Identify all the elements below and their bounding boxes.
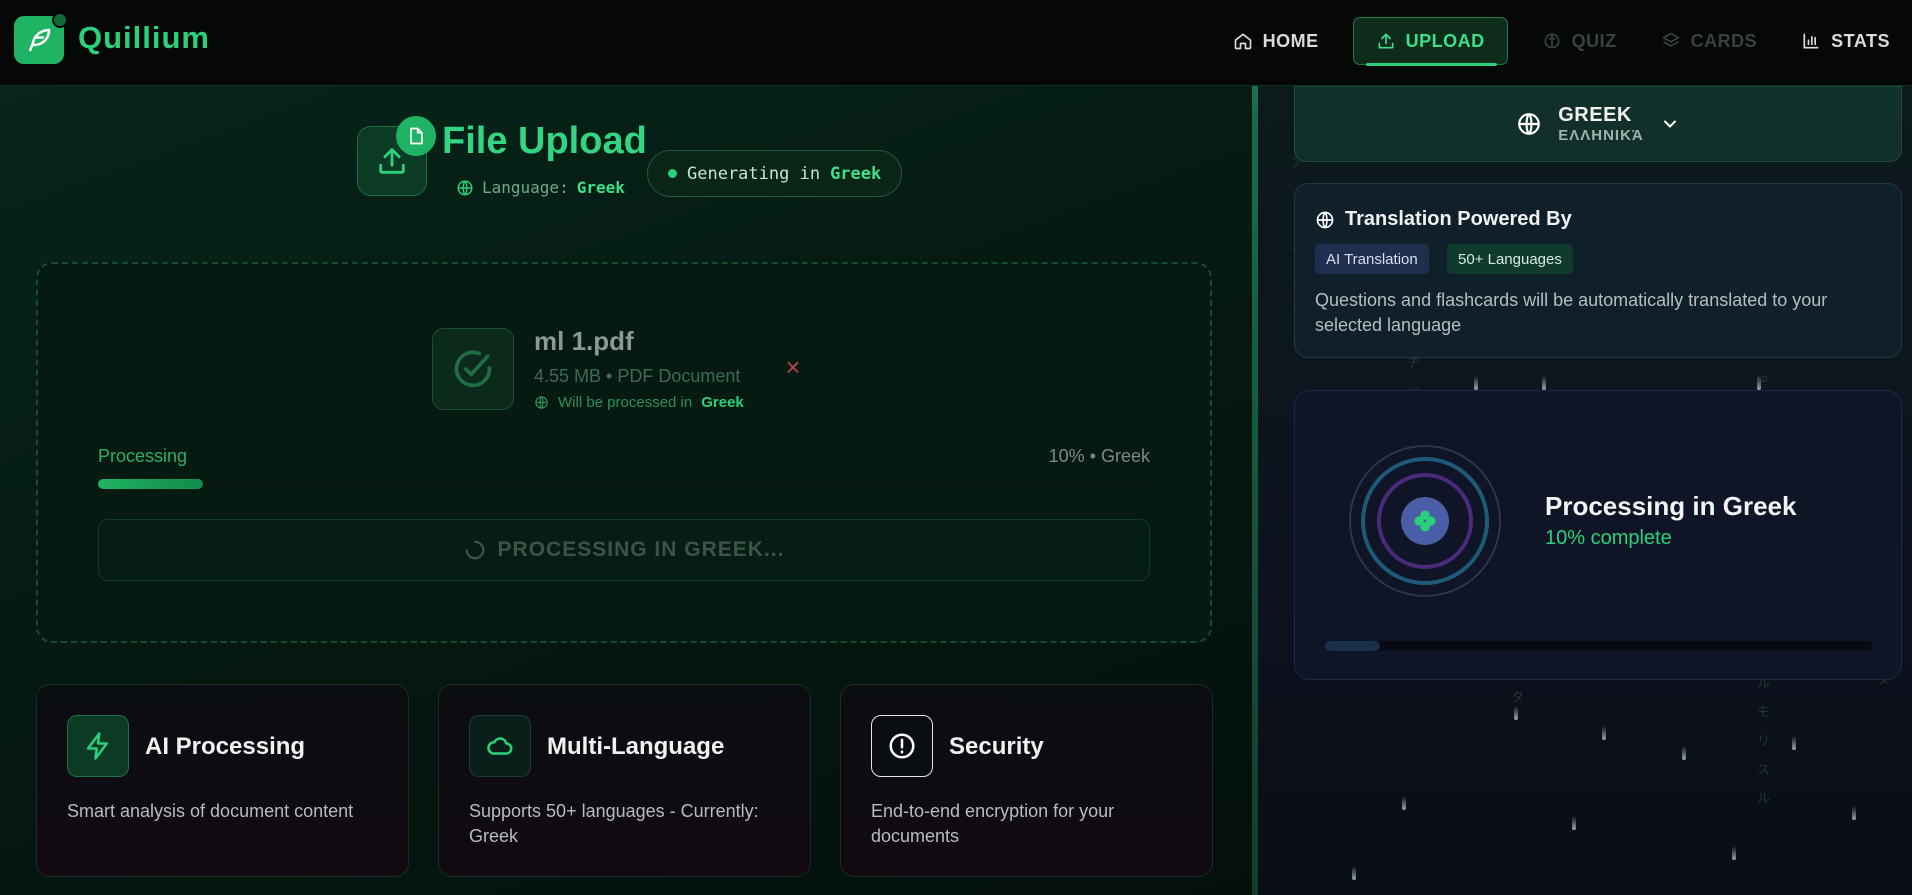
- rain-drop: [1514, 706, 1518, 720]
- tag-languages: 50+ Languages: [1447, 244, 1573, 274]
- status-progress-bar: [1325, 641, 1873, 651]
- clover-icon: [1414, 510, 1436, 532]
- document-badge: [396, 116, 436, 156]
- tag-ai-translation: AI Translation: [1315, 244, 1429, 274]
- progress-label: Processing: [98, 446, 188, 466]
- feature-icon-box: [67, 715, 129, 777]
- feature-title: Multi-Language: [547, 733, 725, 760]
- generating-pill: Generating in Greek: [647, 150, 903, 197]
- rain-drop: [1572, 816, 1576, 830]
- globe-icon: [1316, 211, 1334, 228]
- language-value: Greek: [576, 178, 625, 197]
- nav-quiz[interactable]: QUIZ: [1520, 17, 1639, 65]
- language-selector[interactable]: GREEK ΕΛΛΗΝΙΚΆ: [1294, 86, 1902, 162]
- file-process-language: Will be processed in Greek: [534, 394, 744, 411]
- feature-title: Security: [949, 733, 1044, 760]
- language-native-name: ΕΛΛΗΝΙΚΆ: [1558, 127, 1644, 144]
- nav-cards[interactable]: CARDS: [1639, 17, 1780, 65]
- file-name: ml 1.pdf: [534, 326, 634, 356]
- rain-drop: [1602, 726, 1606, 740]
- generating-prefix: Generating in: [687, 163, 821, 184]
- spinner-icon: [465, 540, 484, 560]
- file-process-prefix: Will be processed in: [558, 394, 693, 411]
- cloud-icon: [487, 737, 513, 755]
- processing-button[interactable]: PROCESSING IN GREEK...: [98, 519, 1150, 581]
- nav-quiz-label: QUIZ: [1571, 30, 1617, 51]
- rain-drop: [1682, 746, 1686, 760]
- rain-drop: [1732, 846, 1736, 860]
- check-circle-icon: [454, 350, 492, 388]
- matrix-rain-decoration: ル モ リ ス ル: [1754, 676, 1769, 809]
- logo-status-dot: [52, 12, 68, 28]
- globe-icon: [1518, 113, 1541, 135]
- lightning-icon: [86, 732, 108, 760]
- brand-name: Quillium: [78, 20, 210, 55]
- rain-drop: [1542, 376, 1546, 390]
- progress-bar: [98, 479, 1150, 489]
- nav-upload-label: UPLOAD: [1405, 30, 1485, 51]
- file-meta: 4.55 MB • PDF Document: [534, 366, 741, 386]
- logo[interactable]: [14, 12, 68, 64]
- home-icon: [1234, 33, 1251, 50]
- language-selector-text: GREEK ΕΛΛΗΝΙΚΆ: [1558, 104, 1644, 144]
- feature-card-multi-language: Multi-Language Supports 50+ languages - …: [438, 684, 811, 877]
- file-status-box: [432, 328, 514, 410]
- remove-file-button[interactable]: ×: [782, 354, 804, 380]
- progress-status-text: 10% • Greek: [1048, 446, 1150, 466]
- alert-circle-icon: [889, 733, 915, 759]
- file-process-value: Greek: [701, 394, 744, 411]
- main-nav: HOME UPLOAD QUIZ CARDS STATS: [1211, 17, 1912, 66]
- layers-icon: [1662, 32, 1679, 47]
- language-indicator: Language: Greek: [456, 178, 625, 197]
- rain-drop: [1402, 796, 1406, 810]
- nav-home[interactable]: HOME: [1211, 17, 1341, 65]
- feature-desc: Smart analysis of document content: [67, 801, 354, 821]
- rain-drop: [1757, 376, 1761, 390]
- rain-drop: [1352, 866, 1356, 880]
- bar-chart-icon: [1803, 33, 1819, 49]
- feature-title: AI Processing: [145, 733, 306, 760]
- upload-icon: [1378, 33, 1394, 49]
- nav-upload[interactable]: UPLOAD: [1352, 17, 1508, 66]
- processing-status-card: Processing in Greek 10% complete: [1294, 390, 1902, 680]
- chevron-down-icon: [1663, 120, 1676, 128]
- translation-info-card: Translation Powered By AI Translation 50…: [1294, 183, 1902, 358]
- close-icon: ×: [785, 352, 801, 382]
- status-title: Processing in Greek: [1545, 491, 1797, 521]
- status-subtitle: 10% complete: [1545, 527, 1672, 549]
- generating-dot: [668, 169, 677, 178]
- panel-edge-glow: [1252, 86, 1258, 895]
- globe-icon: [535, 396, 548, 409]
- generating-language: Greek: [830, 163, 882, 184]
- feature-icon-box: [871, 715, 933, 777]
- feature-desc: End-to-end encryption for your documents: [871, 801, 1115, 846]
- rain-drop: [1852, 806, 1856, 820]
- processing-button-label: PROCESSING IN GREEK...: [497, 538, 785, 561]
- feature-desc: Supports 50+ languages - Currently: Gree…: [469, 801, 759, 846]
- brain-icon: [1544, 33, 1560, 49]
- translation-header: Translation Powered By: [1315, 208, 1572, 231]
- translation-title: Translation Powered By: [1345, 208, 1572, 230]
- feature-icon-box: [469, 715, 531, 777]
- file-dropzone[interactable]: [36, 262, 1212, 643]
- top-bar: Quillium HOME UPLOAD QUIZ CARDS STATS: [0, 0, 1912, 86]
- rain-drop: [1474, 376, 1478, 390]
- status-core: [1401, 497, 1449, 545]
- nav-home-label: HOME: [1262, 30, 1319, 51]
- progress-bar-fill: [98, 479, 204, 489]
- nav-stats[interactable]: STATS: [1779, 17, 1912, 65]
- nav-stats-label: STATS: [1831, 30, 1890, 51]
- page-title: File Upload: [442, 120, 647, 162]
- status-progress-fill: [1325, 641, 1380, 651]
- feature-card-ai-processing: AI Processing Smart analysis of document…: [36, 684, 409, 877]
- language-prefix: Language:: [482, 178, 569, 197]
- language-english-name: GREEK: [1558, 104, 1632, 126]
- globe-icon: [457, 180, 473, 195]
- translation-desc: Questions and flashcards will be automat…: [1315, 290, 1828, 335]
- rain-drop: [1792, 736, 1796, 750]
- feature-card-security: Security End-to-end encryption for your …: [840, 684, 1213, 877]
- nav-cards-label: CARDS: [1690, 30, 1758, 51]
- feather-icon: [29, 28, 51, 52]
- document-icon: [410, 127, 423, 145]
